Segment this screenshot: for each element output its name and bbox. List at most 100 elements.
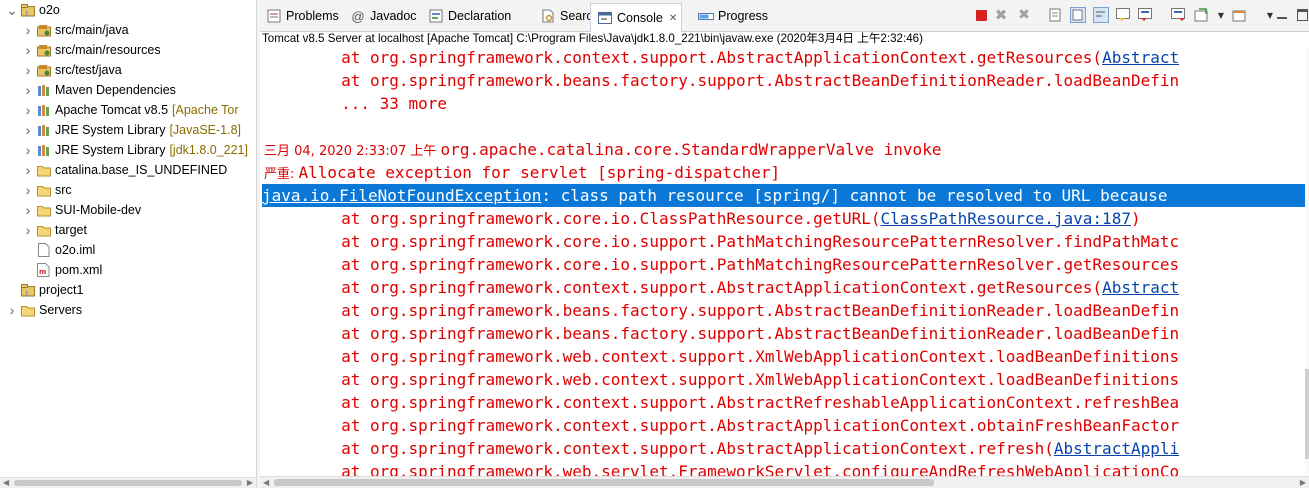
tree-item-label: SUI-Mobile-dev (55, 203, 142, 217)
progress-icon (698, 9, 714, 23)
console-line: at org.springframework.core.io.ClassPath… (264, 207, 1141, 230)
chevron-right-icon[interactable]: › (22, 182, 34, 198)
file-icon (36, 243, 52, 257)
terminate-icon[interactable] (973, 7, 989, 23)
tab-label: Progress (718, 9, 769, 23)
console-hscroll-thumb[interactable] (274, 479, 934, 486)
chevron-right-icon[interactable]: › (22, 122, 34, 138)
stacktrace-link[interactable]: ClassPathResource.java:187 (881, 209, 1131, 228)
maximize-icon[interactable] (1294, 7, 1309, 23)
tree-item-src-main-resources[interactable]: › src/main/resources (22, 40, 161, 60)
tree-item-label: o2o (39, 3, 60, 17)
tree-item-label: JRE System Library (55, 123, 166, 137)
chevron-right-icon[interactable]: › (6, 302, 18, 318)
tree-item-sui-mobile-dev[interactable]: › SUI-Mobile-dev (22, 200, 141, 220)
source-folder-icon (36, 43, 52, 57)
tree-scroll-thumb[interactable] (14, 480, 242, 486)
stacktrace-link[interactable]: Abstract (1102, 278, 1179, 297)
svg-text:m: m (39, 268, 46, 276)
tree-item-label: src/main/java (55, 23, 129, 37)
tab-problems[interactable]: Problems (264, 4, 339, 28)
console-line: at org.springframework.context.support.A… (264, 47, 1179, 69)
tree-item-pom-xml[interactable]: m pom.xml (22, 260, 102, 280)
chevron-down-icon[interactable]: ▼ (1213, 7, 1229, 23)
log-text: : class path resource [spring/] cannot b… (541, 186, 1168, 205)
tree-item-src-main-java[interactable]: › src/main/java (22, 20, 129, 40)
console-vertical-scrollbar[interactable] (1305, 47, 1309, 477)
display-console-icon[interactable] (1193, 7, 1209, 23)
clear-console-icon[interactable] (1047, 7, 1063, 23)
tree-item-servers[interactable]: › Servers (6, 300, 82, 320)
folder-icon (36, 203, 52, 217)
folder-icon (36, 183, 52, 197)
scroll-right-icon[interactable]: ▶ (247, 478, 253, 488)
tab-progress[interactable]: Progress (696, 4, 768, 28)
console-icon (597, 11, 613, 25)
log-text: at org.springframework.context.support.A… (264, 416, 1180, 435)
word-wrap-icon[interactable] (1093, 7, 1109, 23)
tree-item-project1[interactable]: Jproject1 (6, 280, 83, 300)
tree-item-jre-system-library[interactable]: › JRE System Library [jdk1.8.0_221] (22, 140, 248, 160)
tree-item-label: src (55, 183, 72, 197)
chevron-right-icon[interactable]: › (22, 162, 34, 178)
log-prefix: 严重: (264, 167, 299, 182)
console-line-selected: java.io.FileNotFoundException: class pat… (262, 184, 1305, 207)
console-horizontal-scrollbar[interactable]: ◀ ▶ (260, 476, 1309, 488)
console-output[interactable]: at org.springframework.context.support.A… (260, 47, 1305, 477)
log-text: at org.springframework.beans.factory.sup… (264, 71, 1180, 90)
chevron-right-icon[interactable]: › (22, 202, 34, 218)
minimize-icon[interactable] (1274, 7, 1290, 23)
tree-item-o2o-iml[interactable]: o2o.iml (22, 240, 95, 260)
tree-item-target[interactable]: › target (22, 220, 87, 240)
library-icon (36, 103, 52, 117)
chevron-right-icon[interactable]: › (22, 42, 34, 58)
chevron-right-icon[interactable]: › (22, 222, 34, 238)
folder-icon (36, 223, 52, 237)
project-explorer: ⌄ Jo2o › src/main/java › src/main/resources › s… (0, 0, 256, 488)
remove-launch-icon[interactable]: ✖ (993, 6, 1009, 24)
source-folder-icon (36, 23, 52, 37)
close-icon[interactable]: ✕ (669, 13, 677, 24)
log-text: at org.springframework.web.servlet.Frame… (264, 462, 1180, 477)
new-console-icon[interactable] (1231, 7, 1247, 23)
tree-item-maven-dependencies[interactable]: › Maven Dependencies (22, 80, 176, 100)
folder-icon (36, 163, 52, 177)
stacktrace-link[interactable]: AbstractAppli (1054, 439, 1179, 458)
console-line: at org.springframework.context.support.A… (264, 391, 1179, 414)
log-text: at org.springframework.beans.factory.sup… (264, 324, 1180, 343)
pin-console-icon[interactable] (1170, 7, 1186, 23)
stacktrace-link[interactable]: java.io.FileNotFoundException (262, 186, 541, 205)
tree-item-label: JRE System Library (55, 143, 166, 157)
tree-item-apache-tomcat-v8-5[interactable]: › Apache Tomcat v8.5 [Apache Tor (22, 100, 239, 120)
console-vscroll-thumb[interactable] (1305, 369, 1309, 459)
chevron-right-icon[interactable]: › (22, 102, 34, 118)
chevron-right-icon[interactable]: › (22, 62, 34, 78)
search-icon (540, 9, 556, 23)
console-line: at org.springframework.beans.factory.sup… (264, 322, 1179, 345)
console-process-title: Tomcat v8.5 Server at localhost [Apache … (262, 32, 923, 45)
chevron-right-icon[interactable]: › (22, 22, 34, 38)
tree-item-src-test-java[interactable]: › src/test/java (22, 60, 122, 80)
scroll-left-icon[interactable]: ◀ (263, 477, 269, 488)
tree-item-jre-system-library[interactable]: › JRE System Library [JavaSE-1.8] (22, 120, 241, 140)
tab-declaration[interactable]: Declaration (426, 4, 511, 28)
tab-console[interactable]: Console ✕ (590, 3, 683, 32)
stacktrace-link[interactable]: Abstract (1102, 48, 1179, 67)
log-text: at org.springframework.web.context.suppo… (264, 347, 1180, 366)
remove-all-icon[interactable]: ✖ (1016, 7, 1032, 23)
tree-item-catalina-base-is-undefined[interactable]: › catalina.base_IS_UNDEFINED (22, 160, 228, 180)
tree-item-o2o[interactable]: ⌄ Jo2o (6, 0, 60, 20)
show-on-stderr-icon[interactable] (1137, 7, 1153, 23)
scroll-lock-icon[interactable] (1070, 7, 1086, 23)
chevron-right-icon[interactable]: › (22, 82, 34, 98)
log-text: at org.springframework.web.context.suppo… (264, 370, 1180, 389)
show-on-stdout-icon[interactable] (1115, 7, 1131, 23)
log-text: at org.springframework.core.io.support.P… (264, 232, 1180, 251)
chevron-down-icon[interactable]: ⌄ (6, 2, 18, 19)
scroll-right-icon[interactable]: ▶ (1300, 477, 1306, 488)
tree-horizontal-scrollbar[interactable]: ◀ ▶ (0, 477, 256, 488)
tree-item-src[interactable]: › src (22, 180, 72, 200)
scroll-left-icon[interactable]: ◀ (3, 478, 9, 488)
chevron-right-icon[interactable]: › (22, 142, 34, 158)
tab-javadoc[interactable]: @ Javadoc (348, 4, 416, 28)
